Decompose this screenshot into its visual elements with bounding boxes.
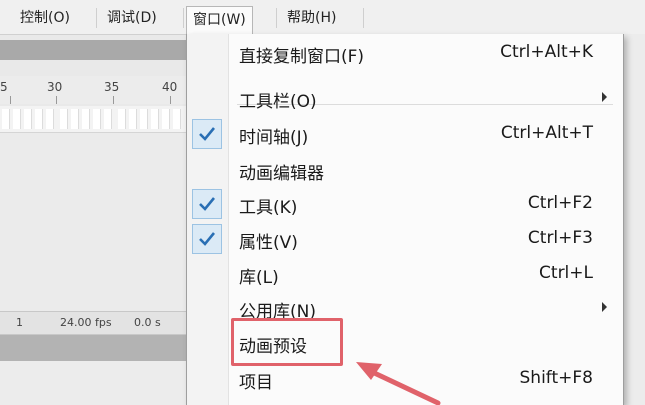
menu-item-shortcut: Shift+F8 (519, 368, 593, 388)
ruler-number: 5 (0, 80, 8, 94)
menu-control[interactable]: 控制(O) (14, 6, 76, 30)
ruler-number: 40 (162, 80, 178, 94)
menu-item-label: 项目 (239, 373, 273, 393)
frame-cell (24, 109, 32, 129)
ruler-tick (10, 96, 11, 104)
menu-item-label: 属性(V) (239, 233, 298, 253)
frame-cell (140, 109, 148, 129)
menu-item-motion-editor[interactable]: 动画编辑器 (187, 153, 623, 189)
frame-cell (118, 109, 126, 129)
ruler-number: 30 (47, 80, 63, 94)
frame-cell (60, 109, 68, 129)
frame-cell (173, 109, 181, 129)
menu-help[interactable]: 帮助(H) (281, 6, 342, 30)
menu-item-label: 工具(K) (239, 198, 298, 218)
menu-item-library[interactable]: 库(L) Ctrl+L (187, 257, 623, 293)
menubar-separator (363, 8, 364, 28)
menu-item-toolbars[interactable]: 工具栏(O) (187, 81, 623, 117)
ruler-tick (113, 96, 114, 104)
frame-cell (13, 109, 21, 129)
frame-cell (93, 109, 101, 129)
menu-item-shortcut: Ctrl+Alt+K (500, 42, 593, 62)
checkmark-icon (192, 224, 222, 254)
frame-cell (46, 109, 54, 129)
menu-item-duplicate-window[interactable]: 直接复制窗口(F) Ctrl+Alt+K (187, 36, 623, 72)
menu-item-shortcut: Ctrl+F3 (527, 228, 593, 248)
frame-cell (82, 109, 90, 129)
menu-item-timeline[interactable]: 时间轴(J) Ctrl+Alt+T (187, 117, 623, 153)
menubar-separator (276, 8, 277, 28)
menu-item-shortcut: Ctrl+F2 (527, 193, 593, 213)
frame-cell (71, 109, 79, 129)
current-frame: 1 (16, 316, 23, 329)
checkmark-icon (192, 189, 222, 219)
frame-cell (151, 109, 159, 129)
frame-cell (35, 109, 43, 129)
menubar-separator (183, 8, 184, 28)
frame-rate: 24.00 fps (60, 316, 112, 329)
chevron-right-icon (602, 92, 607, 102)
menu-item-label: 动画编辑器 (239, 164, 324, 184)
ruler-tick (170, 96, 171, 104)
menu-item-label: 直接复制窗口(F) (239, 47, 365, 67)
ruler-tick (56, 96, 57, 104)
highlight-box (231, 318, 343, 366)
menu-bar: 控制(O) 调试(D) 窗口(W) 帮助(H) (0, 0, 645, 35)
menu-item-tools[interactable]: 工具(K) Ctrl+F2 (187, 187, 623, 223)
menu-window[interactable]: 窗口(W) (186, 6, 253, 34)
frame-cell (129, 109, 137, 129)
chevron-right-icon (602, 302, 607, 312)
menu-item-label: 库(L) (239, 268, 279, 288)
menubar-separator (96, 8, 97, 28)
menu-item-label: 时间轴(J) (239, 128, 309, 148)
checkmark-icon (192, 119, 222, 149)
frame-cell (2, 109, 10, 129)
ruler-number: 35 (104, 80, 120, 94)
menu-item-shortcut: Ctrl+Alt+T (500, 123, 593, 143)
frame-cell (104, 109, 112, 129)
menu-item-label: 工具栏(O) (239, 92, 317, 112)
menu-debug[interactable]: 调试(D) (101, 6, 163, 30)
menu-item-shortcut: Ctrl+L (539, 263, 593, 283)
arrow-icon (356, 362, 441, 405)
right-panel-edge (623, 34, 645, 405)
elapsed-time: 0.0 s (134, 316, 161, 329)
menu-item-properties[interactable]: 属性(V) Ctrl+F3 (187, 222, 623, 258)
frame-cell (162, 109, 170, 129)
